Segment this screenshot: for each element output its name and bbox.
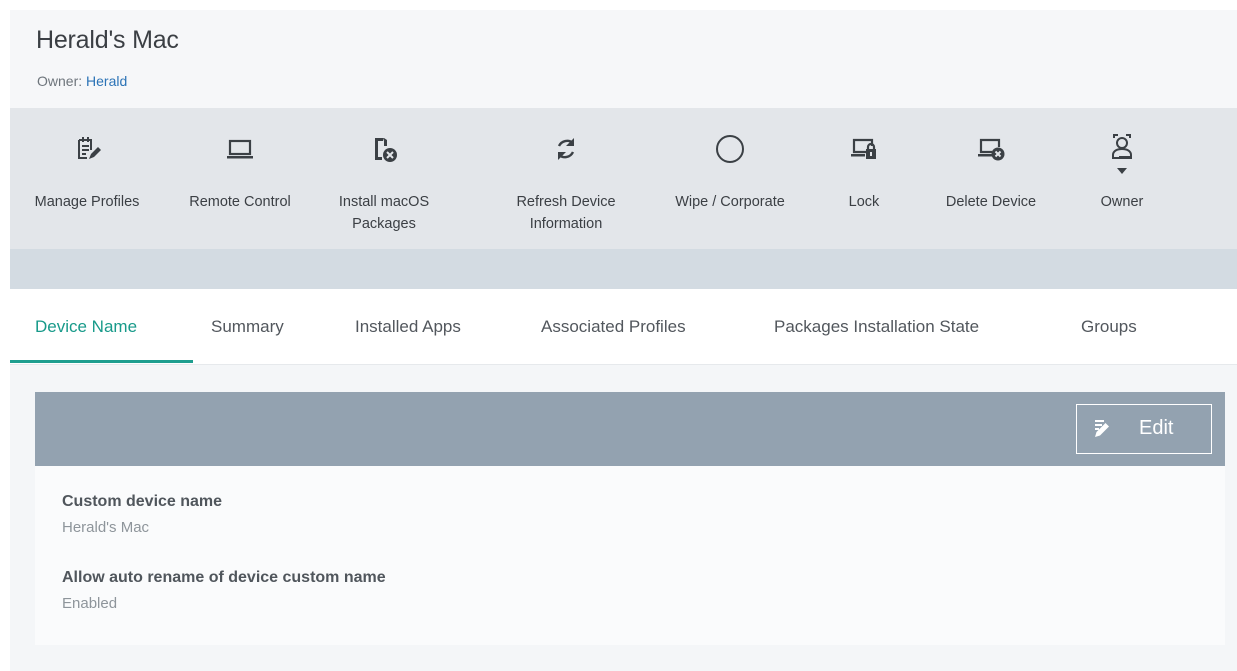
install-packages-icon (369, 134, 399, 164)
tab-installed-apps[interactable]: Installed Apps (355, 289, 461, 365)
panel-header (35, 392, 1225, 466)
device-tabs: Device Name Summary Installed Apps Assoc… (10, 289, 1237, 365)
custom-device-name-value: Herald's Mac (62, 519, 150, 536)
owner-icon (1107, 132, 1137, 162)
delete-device-icon (976, 134, 1006, 164)
edit-icon (1092, 418, 1114, 440)
wipe-corporate-button[interactable]: Wipe / Corporate (656, 108, 804, 249)
delete-device-button[interactable]: Delete Device (926, 108, 1056, 249)
owner-label: Owner (1100, 194, 1144, 210)
edit-label: Edit (1139, 417, 1174, 439)
separator-band (10, 249, 1237, 289)
owner-dropdown-button[interactable]: Owner (1082, 108, 1162, 249)
tab-summary[interactable]: Summary (211, 289, 284, 365)
refresh-icon (551, 134, 581, 164)
lock-button[interactable]: Lock (834, 108, 894, 249)
chevron-down-icon (1117, 168, 1127, 174)
lock-device-icon (849, 134, 879, 164)
page-title: Herald's Mac (36, 26, 179, 54)
install-macos-packages-button[interactable]: Install macOS Packages (328, 108, 440, 249)
manage-profiles-icon (72, 134, 102, 164)
owner-link[interactable]: Herald (86, 73, 127, 89)
manage-profiles-label: Manage Profiles (34, 194, 140, 210)
remote-control-label: Remote Control (189, 194, 291, 210)
device-header: Herald's Mac Owner: Herald (10, 10, 1237, 108)
circle-icon (715, 134, 745, 164)
owner-line: Owner: Herald (37, 73, 127, 89)
auto-rename-label: Allow auto rename of device custom name (62, 569, 386, 586)
edit-button[interactable]: Edit (1076, 404, 1212, 454)
custom-device-name-label: Custom device name (62, 493, 223, 510)
wipe-corporate-label: Wipe / Corporate (675, 194, 785, 210)
tab-packages-installation-state[interactable]: Packages Installation State (774, 289, 979, 365)
install-macos-packages-label: Install macOS Packages (338, 194, 430, 232)
active-tab-indicator (10, 360, 193, 363)
delete-device-label: Delete Device (945, 194, 1037, 210)
owner-prefix: Owner: (37, 73, 87, 89)
refresh-device-information-button[interactable]: Refresh Device Information (499, 108, 633, 249)
auto-rename-value: Enabled (62, 595, 118, 612)
tab-associated-profiles[interactable]: Associated Profiles (541, 289, 686, 365)
tab-groups[interactable]: Groups (1081, 289, 1137, 365)
remote-control-button[interactable]: Remote Control (174, 108, 306, 249)
action-toolbar: Manage Profiles Remote Control Install m… (10, 108, 1237, 249)
lock-label: Lock (848, 194, 880, 210)
refresh-device-information-label: Refresh Device Information (516, 194, 616, 232)
manage-profiles-button[interactable]: Manage Profiles (10, 108, 164, 249)
laptop-icon (225, 134, 255, 164)
tab-device-name[interactable]: Device Name (35, 289, 137, 365)
